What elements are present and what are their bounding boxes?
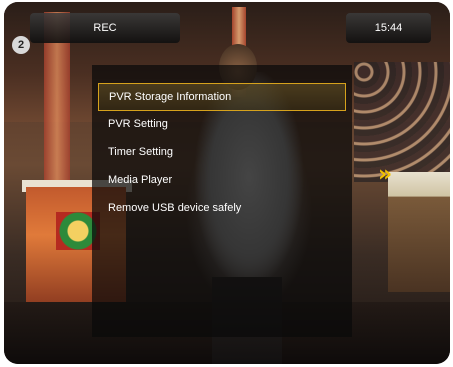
kitchen-counter-right (388, 172, 450, 292)
osd-title-bar: REC (30, 13, 180, 43)
menu-item-timer-setting[interactable]: Timer Setting (98, 139, 346, 167)
menu-item-pvr-setting[interactable]: PVR Setting (98, 111, 346, 139)
osd-clock: 15:44 (374, 22, 403, 34)
chevron-decoration-icon: » (378, 162, 393, 187)
menu-item-media-player[interactable]: Media Player (98, 167, 346, 195)
menu-item-pvr-storage-information[interactable]: PVR Storage Information (98, 83, 346, 111)
osd-clock-bar: 15:44 (346, 13, 431, 43)
menu-item-remove-usb-device-safely[interactable]: Remove USB device safely (98, 195, 346, 223)
osd-title: REC (93, 22, 117, 34)
studio-audience (354, 62, 450, 182)
rec-menu-list: PVR Storage Information PVR Setting Time… (98, 83, 346, 223)
rec-menu-panel: PVR Storage Information PVR Setting Time… (92, 65, 352, 337)
channel-number-badge: 2 (12, 36, 30, 54)
